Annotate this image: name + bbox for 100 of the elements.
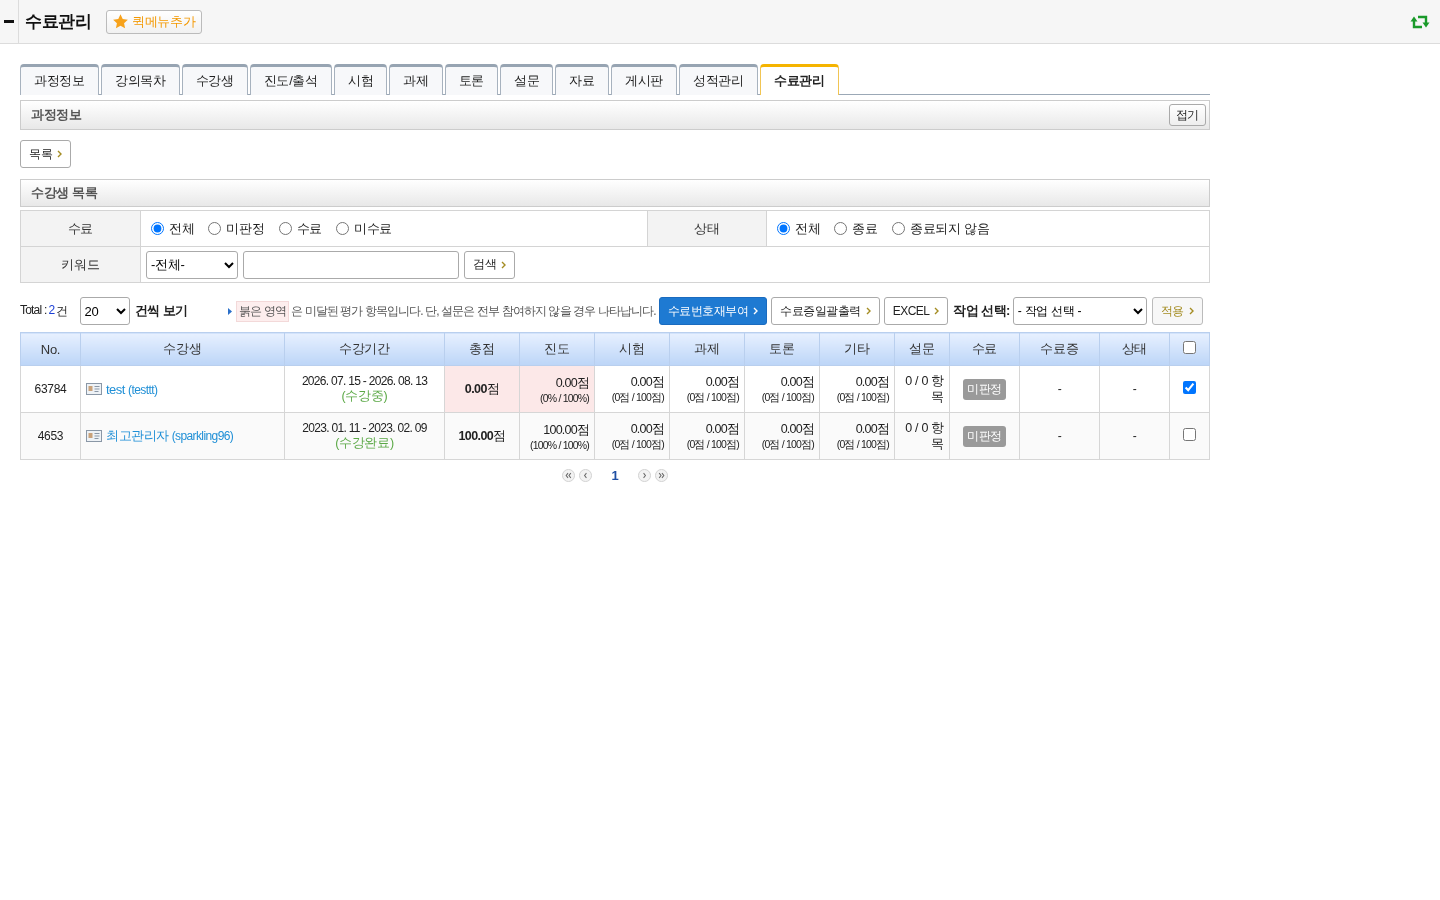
radio-button[interactable] xyxy=(891,222,905,235)
radio-label[interactable]: 수료 xyxy=(296,219,322,238)
page-title: 수료관리 xyxy=(25,11,92,33)
id-card-icon xyxy=(86,430,102,442)
action-select[interactable]: - 작업 선택 - xyxy=(1012,297,1147,325)
score-value: 0.00점 xyxy=(854,420,889,438)
tab[interactable]: 토론 xyxy=(444,64,499,95)
table-cell: 63784 xyxy=(20,365,81,413)
triangle-marker-icon xyxy=(227,307,232,315)
radio-label[interactable]: 종료되지 않음 xyxy=(909,219,990,238)
tab[interactable]: 수료관리 xyxy=(759,64,839,95)
table-cell: - xyxy=(1099,365,1170,413)
column-header: No. xyxy=(20,332,81,366)
column-header: 설문 xyxy=(894,332,950,366)
repeat-arrows-icon[interactable] xyxy=(1410,14,1430,29)
column-header: 수료 xyxy=(949,332,1020,366)
chevron-right-icon xyxy=(865,307,871,315)
radio-button[interactable] xyxy=(278,222,292,235)
tab[interactable]: 자료 xyxy=(555,64,609,95)
section-title: 과정정보 xyxy=(31,106,82,124)
radio-label[interactable]: 전체 xyxy=(169,219,195,238)
score-detail: (0점 / 100점) xyxy=(760,437,814,452)
keyword-input[interactable] xyxy=(243,250,459,279)
chevron-right-icon[interactable] xyxy=(638,469,652,482)
tab[interactable]: 수강생 xyxy=(181,64,248,95)
column-header: 과제 xyxy=(669,332,745,366)
page-link[interactable]: 1 xyxy=(611,468,619,483)
chevron-left-icon[interactable] xyxy=(578,469,592,482)
total-score-cell: 0.00점 xyxy=(444,365,520,413)
score-detail: (0점 / 100점) xyxy=(835,437,889,452)
toolbar-button[interactable]: 수료증일괄출력 xyxy=(771,297,880,325)
score-value: 0.00점 xyxy=(704,420,739,438)
double-chevron-right-icon[interactable] xyxy=(655,469,669,482)
table-cell: - xyxy=(1019,412,1100,460)
tab[interactable]: 과제 xyxy=(389,64,443,95)
total-score-cell: 100.00점 xyxy=(444,412,520,460)
score-detail: (0점 / 100점) xyxy=(610,390,664,405)
score-detail: (0점 / 100점) xyxy=(760,390,814,405)
row-checkbox[interactable] xyxy=(1183,381,1196,394)
total-label: Total : xyxy=(20,302,47,319)
chevron-right-icon xyxy=(1188,307,1194,315)
double-chevron-left-icon[interactable] xyxy=(561,469,575,482)
enrollment-status: (수강완료) xyxy=(334,434,395,452)
score-value: 0.00점 xyxy=(554,374,589,392)
list-button[interactable]: 목록 xyxy=(20,140,71,168)
score-detail: (100% / 100%) xyxy=(528,438,589,451)
column-header: 토론 xyxy=(744,332,820,366)
table-cell: - xyxy=(1099,412,1170,460)
column-header: 총점 xyxy=(444,332,520,366)
score-detail: (0점 / 100점) xyxy=(685,390,739,405)
id-card-icon xyxy=(86,383,102,395)
table-cell: 4653 xyxy=(20,412,81,460)
table-cell: 0 / 0 항목 xyxy=(894,365,950,413)
radio-label[interactable]: 전체 xyxy=(795,219,821,238)
page-size-label: 건씩 보기 xyxy=(134,302,188,320)
score-value: 0.00점 xyxy=(779,373,814,391)
legend-text: 은 미달된 평가 항목입니다. 단, 설문은 전부 참여하지 않을 경우 나타납니다. xyxy=(290,302,656,320)
column-header: 수료증 xyxy=(1019,332,1100,366)
radio-button[interactable] xyxy=(335,222,349,235)
toolbar-button[interactable]: 수료번호재부여 xyxy=(658,297,768,325)
radio-label[interactable]: 미수료 xyxy=(353,219,393,238)
page-size-select[interactable]: 20 xyxy=(79,297,130,325)
action-label: 작업 선택: xyxy=(953,302,1010,320)
period-dates: 2023. 01. 11 - 2023. 02. 09 xyxy=(301,420,428,435)
radio-button[interactable] xyxy=(777,222,790,235)
score-detail: (0점 / 100점) xyxy=(835,390,889,405)
student-name-link[interactable]: test (testtt) xyxy=(106,381,158,397)
keyword-type-select[interactable]: -전체- xyxy=(146,250,238,279)
period-dates: 2026. 07. 15 - 2026. 08. 13 xyxy=(300,373,429,388)
chevron-right-icon xyxy=(501,260,506,269)
column-header: 수강생 xyxy=(80,332,285,366)
score-detail: (0점 / 100점) xyxy=(685,437,739,452)
column-header: 수강기간 xyxy=(284,332,445,366)
search-button[interactable]: 검색 xyxy=(464,250,515,279)
completion-status-badge: 미판정 xyxy=(963,425,1006,447)
radio-button[interactable] xyxy=(151,222,164,235)
table-cell: - xyxy=(1019,365,1100,413)
tab[interactable]: 설문 xyxy=(500,64,554,95)
section-title: 수강생 목록 xyxy=(31,184,98,202)
radio-label[interactable]: 미판정 xyxy=(226,219,265,238)
tab[interactable]: 성적관리 xyxy=(679,64,758,95)
score-detail: (0% / 100%) xyxy=(539,391,589,404)
collapse-button[interactable]: 접기 xyxy=(1168,104,1206,126)
star-icon xyxy=(112,14,128,29)
radio-button[interactable] xyxy=(208,222,222,235)
row-checkbox[interactable] xyxy=(1183,428,1196,441)
completion-status-badge: 미판정 xyxy=(963,378,1006,400)
table-cell: 0 / 0 항목 xyxy=(894,412,950,460)
tab[interactable]: 강의목차 xyxy=(100,64,180,95)
tab[interactable]: 게시판 xyxy=(610,64,677,95)
select-all-checkbox[interactable] xyxy=(1183,341,1196,354)
tab[interactable]: 시험 xyxy=(333,64,388,95)
radio-label[interactable]: 종료 xyxy=(852,219,878,238)
radio-button[interactable] xyxy=(834,222,848,235)
tab[interactable]: 과정정보 xyxy=(20,64,99,95)
column-header: 상태 xyxy=(1099,332,1170,366)
score-value: 0.00점 xyxy=(629,373,664,391)
tab[interactable]: 진도/출석 xyxy=(249,64,332,95)
chevron-right-icon xyxy=(753,307,759,315)
toolbar-button[interactable]: EXCEL xyxy=(883,297,949,325)
